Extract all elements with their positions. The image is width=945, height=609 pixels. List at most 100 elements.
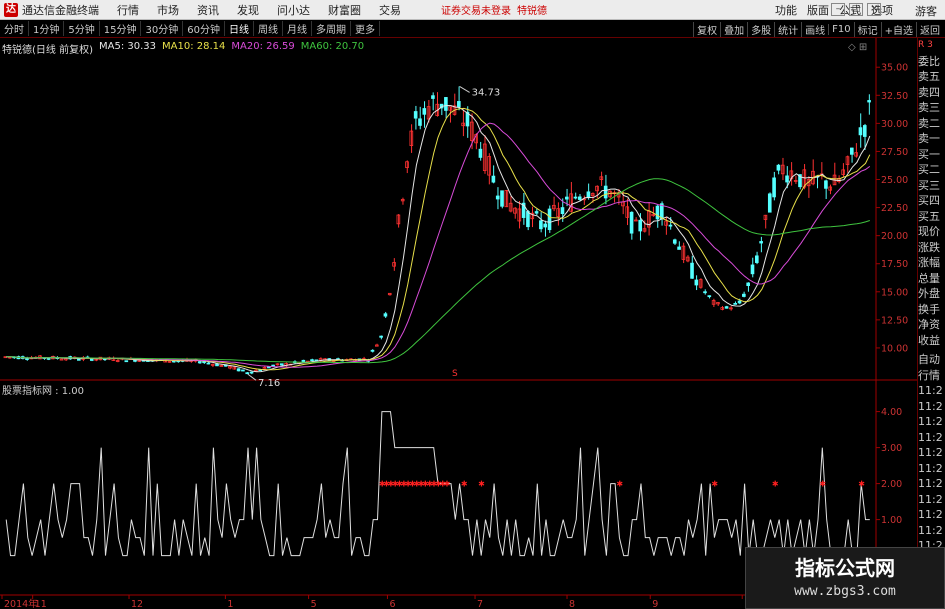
signal-marker: ✱ xyxy=(772,480,779,489)
side-time-item: 11:2 xyxy=(918,508,943,521)
watermark-title: 指标公式网 xyxy=(795,556,895,580)
ma10-line xyxy=(6,107,871,371)
time-tick-label: 5 xyxy=(311,599,317,609)
side-time-item: 11:2 xyxy=(918,523,943,537)
menu-quotes[interactable]: 行情 xyxy=(117,2,139,18)
candle-body xyxy=(759,241,763,244)
signal-s-marker: S xyxy=(452,369,458,379)
candle-body xyxy=(577,196,582,200)
candle-body xyxy=(383,313,388,317)
side-time-item: 11:2 xyxy=(918,461,943,475)
menu-market[interactable]: 市场 xyxy=(157,2,179,18)
side-time-item: 11:2 xyxy=(918,384,943,397)
time-tick-label: 11 xyxy=(35,599,47,609)
menu-news[interactable]: 资讯 xyxy=(197,2,219,18)
candle-body xyxy=(603,185,608,199)
low-pointer xyxy=(247,373,257,381)
candle-body xyxy=(422,108,427,115)
candle-body xyxy=(547,208,552,231)
side-item: 卖二 xyxy=(918,116,940,130)
high-label: 34.73 xyxy=(472,87,501,98)
candlestick-chart[interactable]: 35.00 32.50 30.00 27.50 25.00 22.50 20.00 17.50… xyxy=(0,38,917,609)
price-tick-label: 12.50 xyxy=(881,315,908,326)
candle-body xyxy=(858,127,863,136)
low-label: 7.16 xyxy=(258,378,280,389)
candle-body xyxy=(46,357,51,360)
side-item: 卖三 xyxy=(918,101,940,114)
menu-ask[interactable]: 问小达 xyxy=(277,2,310,18)
period-15min[interactable]: 15分钟 xyxy=(100,21,142,36)
candle-body xyxy=(677,246,681,250)
signal-marker: ✱ xyxy=(858,480,865,489)
menu-bar: 达 通达信金融终端 行情 市场 资讯 发现 问小达 财富圈 交易 证券交易未登录… xyxy=(0,0,945,20)
period-weekly[interactable]: 周线 xyxy=(254,21,283,36)
price-tick-label: 25.00 xyxy=(881,175,908,186)
side-item: 买五 xyxy=(918,209,940,223)
overlay-button[interactable]: 叠加 xyxy=(720,21,747,37)
menu-discover[interactable]: 发现 xyxy=(237,2,259,18)
login-hint[interactable]: 证券交易未登录 xyxy=(441,2,511,17)
candle-body xyxy=(668,224,673,227)
candle-body xyxy=(772,177,776,198)
side-item: 委比 xyxy=(918,54,940,68)
candle-body xyxy=(202,361,206,364)
price-tick-label: 10.00 xyxy=(881,343,908,354)
adjust-button[interactable]: 复权 xyxy=(693,21,720,37)
candle-body xyxy=(413,111,418,119)
menu-wealth[interactable]: 财富圈 xyxy=(328,2,361,18)
candle-body xyxy=(418,118,422,126)
stock-label: 特锐德(日线 前复权) xyxy=(2,45,93,56)
price-tick-label: 17.50 xyxy=(881,259,908,270)
period-intraday[interactable]: 分时 xyxy=(0,21,29,36)
time-tick-label: 1 xyxy=(227,599,233,609)
guest-label[interactable]: 游客 xyxy=(915,3,937,19)
minimize-icon[interactable]: – xyxy=(831,3,845,16)
side-time-item: 11:2 xyxy=(918,399,943,413)
candle-body xyxy=(733,302,738,305)
back-button[interactable]: 返回 xyxy=(916,21,943,37)
candle-body xyxy=(215,363,219,367)
period-multi[interactable]: 多周期 xyxy=(312,21,351,36)
side-time-item: 行情 xyxy=(918,368,940,382)
period-more[interactable]: 更多 xyxy=(351,21,380,36)
period-30min[interactable]: 30分钟 xyxy=(141,21,184,36)
menu-trade[interactable]: 交易 xyxy=(379,2,401,18)
menu-layout[interactable]: 版面 xyxy=(807,2,829,18)
candle-body xyxy=(785,175,789,183)
side-item: 涨跌 xyxy=(918,240,940,254)
multi-stock-button[interactable]: 多股 xyxy=(747,21,774,37)
mark-button[interactable]: 标记 xyxy=(853,21,881,37)
f10-button[interactable]: F10 xyxy=(828,23,853,35)
candle-body xyxy=(500,190,504,207)
draw-line-button[interactable]: 画线 xyxy=(801,21,828,37)
candle-body xyxy=(267,366,271,369)
candle-body xyxy=(543,223,548,228)
side-time-item: 11:2 xyxy=(918,430,943,444)
period-5min[interactable]: 5分钟 xyxy=(64,21,100,36)
chart-settings-icon[interactable]: ◇ ⊞ xyxy=(848,42,867,53)
candle-body xyxy=(850,147,854,155)
stats-button[interactable]: 统计 xyxy=(774,21,801,37)
period-1min[interactable]: 1分钟 xyxy=(29,21,65,36)
candle-body xyxy=(672,239,677,244)
side-item: 买一 xyxy=(918,147,940,161)
candle-body xyxy=(241,369,245,372)
period-daily[interactable]: 日线 xyxy=(225,21,254,36)
candle-body xyxy=(776,164,781,171)
candle-body xyxy=(478,148,483,158)
menu-function[interactable]: 功能 xyxy=(775,2,797,18)
side-time-item: 自动 xyxy=(918,353,940,366)
ma10-label: MA10: 28.14 xyxy=(162,41,226,52)
period-monthly[interactable]: 月线 xyxy=(283,21,312,36)
maximize-icon[interactable]: □ xyxy=(849,3,863,16)
price-tick-label: 32.50 xyxy=(881,91,908,102)
close-icon[interactable]: × xyxy=(867,3,881,16)
signal-marker: ✱ xyxy=(478,480,485,489)
candle-body xyxy=(707,295,712,298)
candle-body xyxy=(560,207,565,215)
period-60min[interactable]: 60分钟 xyxy=(183,21,225,36)
candle-body xyxy=(867,100,871,103)
candle-body xyxy=(694,279,699,286)
add-watchlist-button[interactable]: +自选 xyxy=(880,21,916,37)
ma20-label: MA20: 26.59 xyxy=(231,41,295,52)
